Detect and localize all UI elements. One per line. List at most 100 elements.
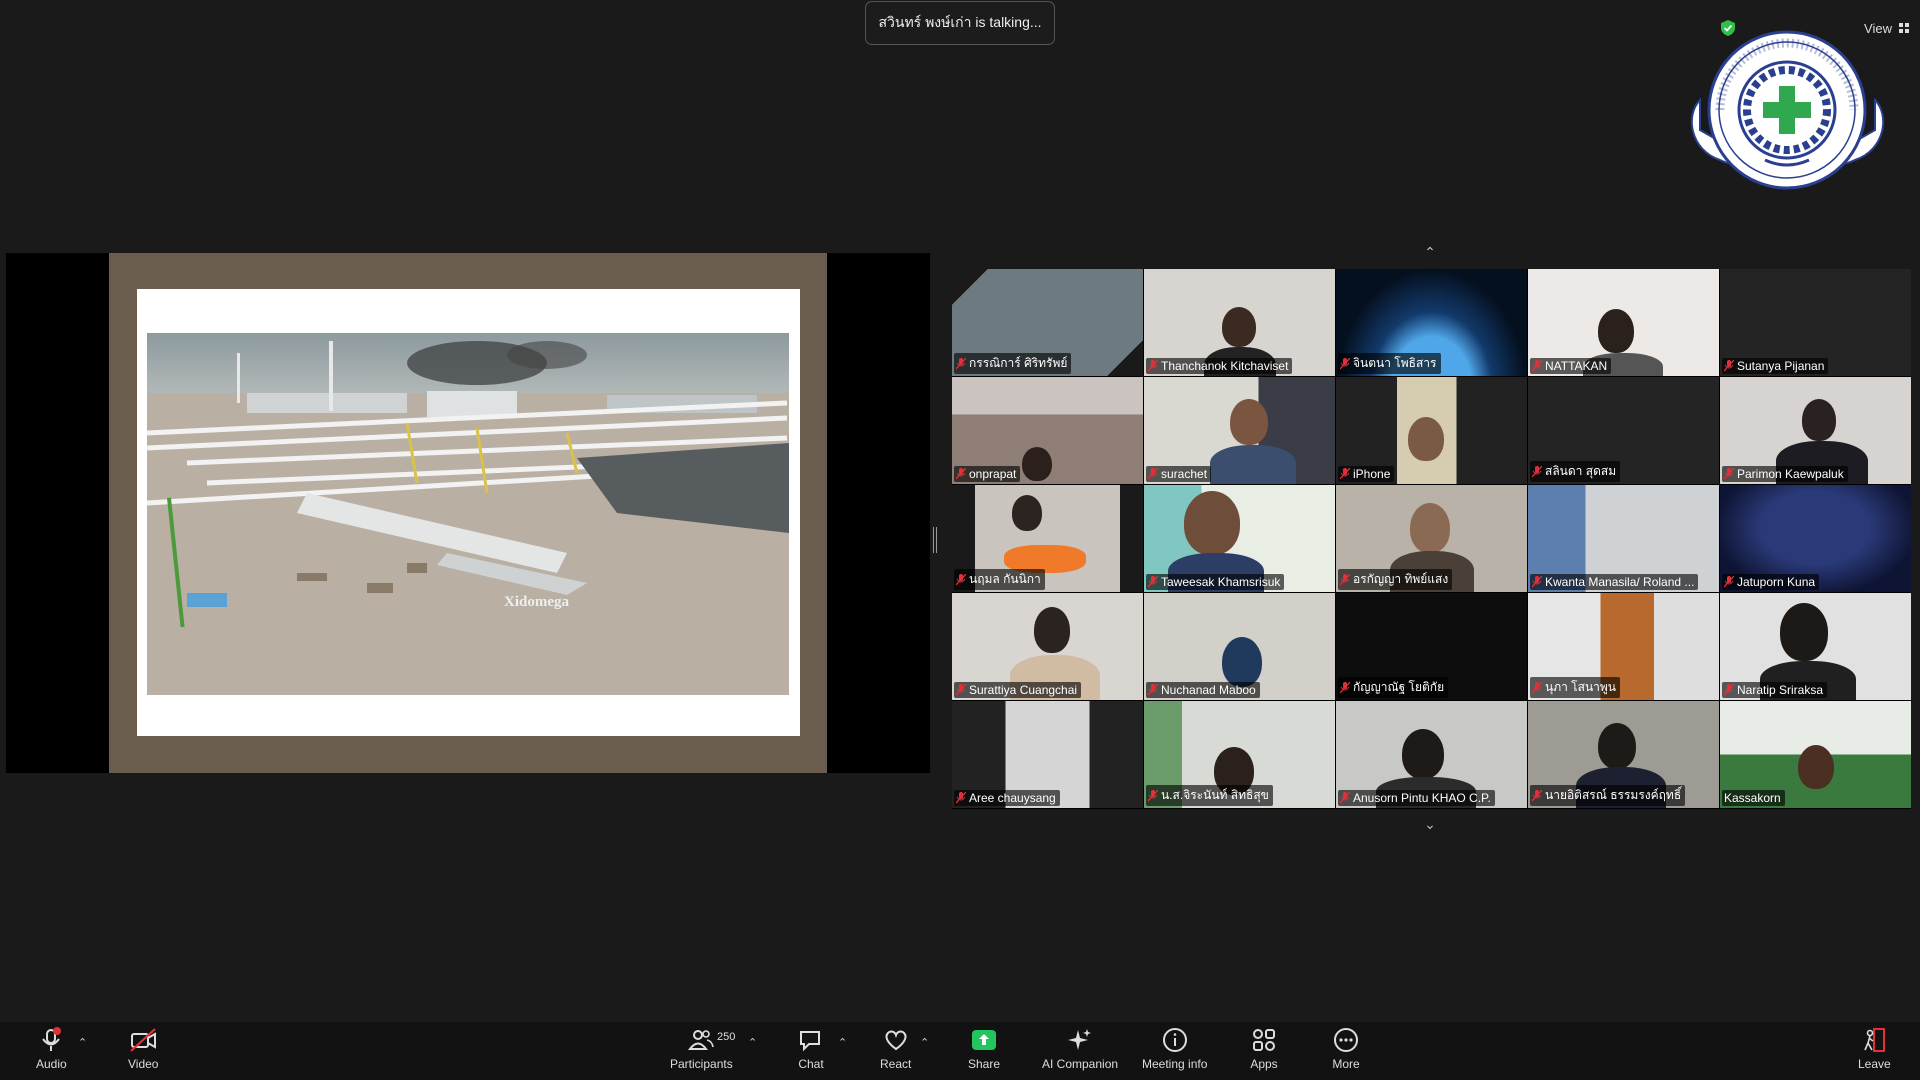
chat-button[interactable]: Chat — [797, 1026, 825, 1071]
muted-mic-icon — [956, 573, 966, 585]
ai-sparkle-icon — [1068, 1029, 1092, 1050]
participant-name: Thanchanok Kitchaviset — [1161, 359, 1289, 373]
muted-mic-icon — [1340, 573, 1350, 585]
ai-companion-button[interactable]: AI Companion — [1042, 1026, 1118, 1071]
participant-tile[interactable]: น.ส.จิระนันท์ สิทธิสุข — [1144, 701, 1335, 808]
more-label: More — [1332, 1057, 1360, 1071]
leave-label: Leave — [1858, 1057, 1891, 1071]
slide-page: Xidomega — [137, 289, 800, 736]
participant-name: จินตนา โพธิสาร — [1353, 356, 1437, 370]
info-icon — [1162, 1028, 1187, 1052]
leave-door-icon — [1864, 1028, 1886, 1052]
participant-tile[interactable]: นุภา โสนาพูน — [1528, 593, 1719, 700]
participants-icon — [688, 1030, 715, 1050]
participant-tile[interactable]: จินตนา โพธิสาร — [1336, 269, 1527, 376]
participant-name: Surattiya Cuangchai — [969, 683, 1078, 697]
participant-tile[interactable]: Anusorn Pintu KHAO C.P. — [1336, 701, 1527, 808]
muted-mic-icon — [1340, 468, 1350, 480]
participants-options-caret-icon[interactable]: ⌃ — [748, 1036, 757, 1049]
participant-name: นฤมล กันนิกา — [969, 572, 1041, 586]
participant-name: Kwanta Manasila/ Roland ... — [1545, 575, 1695, 589]
participant-tile[interactable]: นฤมล กันนิกา — [952, 485, 1143, 592]
apps-button[interactable]: Apps — [1250, 1026, 1278, 1071]
leave-button[interactable]: Leave — [1858, 1026, 1891, 1071]
participant-tile[interactable]: iPhone — [1336, 377, 1527, 484]
industrial-site-photo: Xidomega — [147, 333, 789, 695]
participant-tile[interactable]: NATTAKAN — [1528, 269, 1719, 376]
talking-text: สวินทร์ พงษ์เก่า is talking... — [878, 14, 1042, 30]
audio-options-caret-icon[interactable]: ⌃ — [78, 1036, 87, 1049]
participant-name: Jatuporn Kuna — [1737, 575, 1816, 589]
chat-label: Chat — [798, 1057, 824, 1071]
react-button[interactable]: React — [880, 1026, 911, 1071]
participant-tile[interactable]: อรกัญญา ทิพย์แสง — [1336, 485, 1527, 592]
muted-mic-icon — [1532, 789, 1542, 801]
participant-tile[interactable]: กรรณิการ์ ศิริทรัพย์ — [952, 269, 1143, 376]
participant-name: Nuchanad Maboo — [1161, 683, 1256, 697]
video-off-icon — [130, 1028, 157, 1052]
participant-tile[interactable]: Surattiya Cuangchai — [952, 593, 1143, 700]
chat-options-caret-icon[interactable]: ⌃ — [838, 1036, 847, 1049]
participant-name: น.ส.จิระนันท์ สิทธิสุข — [1161, 788, 1269, 802]
participant-tile[interactable]: Parimon Kaewpaluk — [1720, 377, 1911, 484]
participant-tile[interactable]: กัญญาณัฐ โยติกัย — [1336, 593, 1527, 700]
slide-frame: Xidomega — [109, 253, 827, 773]
participant-tile[interactable]: Jatuporn Kuna — [1720, 485, 1911, 592]
more-button[interactable]: More — [1332, 1026, 1360, 1071]
heart-icon — [885, 1030, 907, 1051]
meeting-toolbar: Audio ⌃ Video Participants 250 ⌃ Chat ⌃ … — [0, 1022, 1920, 1080]
muted-mic-icon — [956, 684, 966, 696]
participant-name: NATTAKAN — [1545, 359, 1608, 373]
participant-tile[interactable]: Kassakorn — [1720, 701, 1911, 808]
participant-tile[interactable]: Taweesak Khamsrisuk — [1144, 485, 1335, 592]
split-view-divider[interactable] — [933, 527, 937, 553]
meeting-info-button[interactable]: Meeting info — [1142, 1026, 1207, 1071]
photo-watermark: Xidomega — [504, 594, 569, 610]
participant-tile[interactable]: Naratip Sriraksa — [1720, 593, 1911, 700]
participant-name: นายอิติสรณ์ ธรรมรงค์ฤทธิ์ — [1545, 788, 1682, 802]
participant-name: Taweesak Khamsrisuk — [1161, 575, 1281, 589]
participant-tile[interactable]: Aree chauysang — [952, 701, 1143, 808]
participant-tile[interactable]: Sutanya Pijanan — [1720, 269, 1911, 376]
microphone-icon — [42, 1027, 62, 1051]
audio-button[interactable]: Audio — [36, 1026, 67, 1071]
muted-mic-icon — [1148, 576, 1158, 588]
participants-label: Participants — [670, 1057, 733, 1071]
video-button[interactable]: Video — [128, 1026, 158, 1071]
participant-tile[interactable]: surachet — [1144, 377, 1335, 484]
react-options-caret-icon[interactable]: ⌃ — [920, 1036, 929, 1049]
shared-screen[interactable]: Xidomega — [6, 253, 930, 773]
more-dots-icon — [1334, 1028, 1358, 1052]
meeting-info-label: Meeting info — [1142, 1057, 1208, 1071]
grid-view-icon — [1899, 23, 1909, 33]
audio-label: Audio — [36, 1057, 67, 1071]
participant-name: surachet — [1161, 467, 1208, 481]
talking-notification: สวินทร์ พงษ์เก่า is talking... — [865, 1, 1055, 45]
participant-tile[interactable]: onprapat — [952, 377, 1143, 484]
muted-mic-icon — [1532, 360, 1542, 372]
share-screen-icon — [972, 1030, 997, 1050]
muted-mic-icon — [1724, 684, 1734, 696]
share-button[interactable]: Share — [968, 1026, 1000, 1071]
react-label: React — [880, 1057, 912, 1071]
participant-tile[interactable]: Nuchanad Maboo — [1144, 593, 1335, 700]
organization-seal-logo — [1690, 30, 1885, 190]
participant-tile[interactable]: Kwanta Manasila/ Roland ... — [1528, 485, 1719, 592]
muted-mic-icon — [1724, 360, 1734, 372]
participant-tile[interactable]: สลินดา สุดสม — [1528, 377, 1719, 484]
gallery-down-chevron-icon[interactable]: ⌄ — [1420, 816, 1440, 832]
participant-tile[interactable]: นายอิติสรณ์ ธรรมรงค์ฤทธิ์ — [1528, 701, 1719, 808]
participant-tile[interactable]: Thanchanok Kitchaviset — [1144, 269, 1335, 376]
participant-name: Naratip Sriraksa — [1737, 683, 1824, 697]
chat-icon — [800, 1031, 820, 1052]
muted-mic-icon — [1148, 789, 1158, 801]
muted-mic-icon — [1340, 357, 1350, 369]
muted-mic-icon — [1724, 576, 1734, 588]
ai-companion-label: AI Companion — [1042, 1057, 1119, 1071]
muted-mic-icon — [956, 792, 966, 804]
muted-mic-icon — [1532, 465, 1542, 477]
participant-name: อรกัญญา ทิพย์แสง — [1353, 572, 1449, 586]
gallery-up-chevron-icon[interactable]: ⌃ — [1420, 244, 1440, 260]
participant-name: Anusorn Pintu KHAO C.P. — [1353, 791, 1491, 805]
participant-name: กรรณิการ์ ศิริทรัพย์ — [969, 356, 1068, 370]
